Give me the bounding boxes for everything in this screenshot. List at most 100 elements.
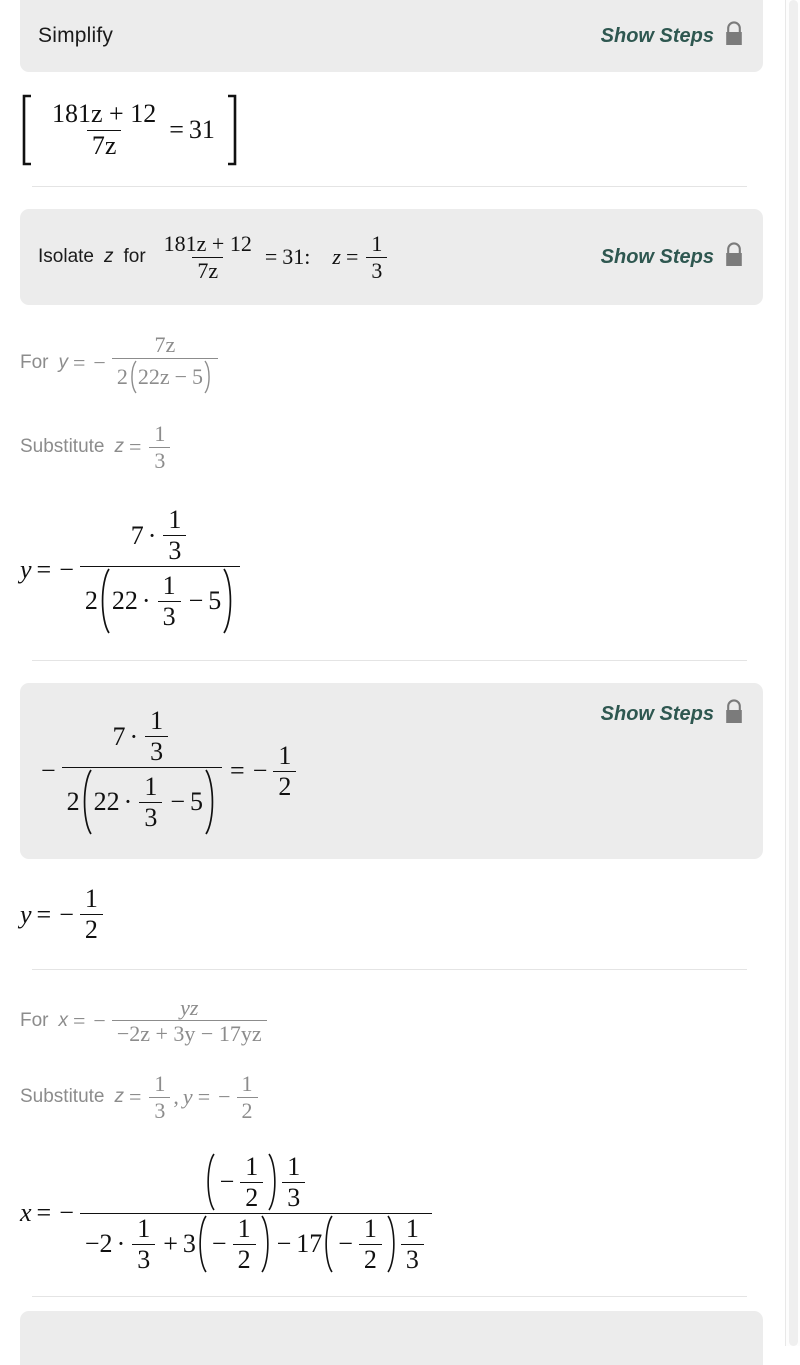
fraction: 7 · 1 3 2 22 · 1 3 − 5 xyxy=(61,706,223,835)
banner-content: − 7 · 1 3 2 22 · 1 3 − 5 = − 1 2 xyxy=(38,707,587,835)
fraction-denominator: 3 xyxy=(282,1181,306,1212)
left-bracket xyxy=(20,94,34,166)
inner-fraction: 1 2 xyxy=(358,1214,382,1274)
math-expression: x = − − 1 2 1 3 −2 · 1 3 + 3 − 1 2 − 17 … xyxy=(20,1151,435,1274)
equation-y-result: y = − 1 2 xyxy=(0,859,783,968)
left-hand-side: y xyxy=(20,899,32,929)
note-lead: For xyxy=(20,1009,49,1031)
fraction-denominator: −2z + 3y − 17yz xyxy=(111,1020,267,1046)
math-expression: 181z + 12 7z = 31 : z = 1 3 xyxy=(156,230,391,283)
denominator-coefficient: 2 xyxy=(84,586,98,616)
multiplication-dot: · xyxy=(123,787,133,817)
note-variable-z: z xyxy=(114,1086,125,1108)
solution-relation: = xyxy=(345,244,359,269)
inner-fraction: 1 2 xyxy=(232,1214,256,1274)
math-expression: 181z + 12 7z = 31 xyxy=(20,94,239,166)
fraction-numerator: 1 xyxy=(154,420,166,446)
fraction-numerator: 1 xyxy=(150,706,164,736)
note-substitute-z: Substitute z = 1 3 xyxy=(0,394,783,473)
note-lead: Substitute xyxy=(20,1086,105,1108)
note-variable: z xyxy=(114,436,125,457)
show-steps-button-isolate-z[interactable]: Show Steps xyxy=(601,241,745,273)
fraction-numerator: 1 xyxy=(278,740,292,770)
fraction: 1 3 xyxy=(149,420,171,473)
fraction-denominator: 2 22 · 1 3 − 5 xyxy=(61,767,223,835)
equation-simplify-result: 181z + 12 7z = 31 xyxy=(0,72,783,186)
negative-sign: − xyxy=(41,756,56,786)
step-banner-isolate-z: Isolate z for 181z + 12 7z = 31 : z = 1 … xyxy=(20,209,763,305)
relation-operator: = xyxy=(129,434,142,459)
vertical-scrollbar[interactable] xyxy=(785,0,800,1346)
fraction-denominator: 2 22 · 1 3 − 5 xyxy=(79,566,241,634)
math-expression: = 1 3 xyxy=(124,420,173,473)
fraction-numerator: 181z + 12 xyxy=(52,99,157,129)
fraction-numerator: − 1 2 1 3 xyxy=(199,1151,314,1213)
scrollbar-thumb[interactable] xyxy=(789,0,798,1346)
lock-icon xyxy=(723,20,745,52)
fraction-numerator: 7 · 1 3 xyxy=(126,506,195,566)
left-paren xyxy=(204,1153,217,1211)
right-paren xyxy=(385,1215,398,1273)
show-steps-button-evaluate-y[interactable]: Show Steps xyxy=(601,699,745,730)
right-paren xyxy=(259,1215,272,1273)
section-divider xyxy=(32,1295,747,1297)
math-expression: = 1 3 , y = − 1 2 xyxy=(124,1072,261,1123)
fraction: yz −2z + 3y − 17yz xyxy=(111,995,267,1047)
show-steps-button-simplify[interactable]: Show Steps xyxy=(601,20,745,52)
left-paren xyxy=(196,1215,209,1273)
fraction-numerator: 1 xyxy=(162,570,176,600)
isolate-lead: Isolate xyxy=(38,246,94,267)
fraction-numerator: 1 xyxy=(405,1213,419,1243)
multiplication-dot: · xyxy=(116,1229,126,1259)
note-lead: For xyxy=(20,352,49,374)
banner-content: Simplify xyxy=(38,24,587,48)
relation-operator: = xyxy=(36,1198,52,1228)
right-hand-side: 31 xyxy=(188,115,215,144)
left-hand-side: x xyxy=(20,1198,32,1228)
right-paren xyxy=(266,1153,279,1211)
inner-fraction: 1 3 xyxy=(400,1213,424,1274)
fraction-numerator: 1 xyxy=(371,230,383,256)
note-for-x: For x = − yz −2z + 3y − 17yz xyxy=(0,970,783,1047)
fraction-denominator: 3 xyxy=(139,801,163,832)
denominator-term-a: 22 xyxy=(111,586,138,616)
negative-sign: − xyxy=(59,899,74,929)
math-expression: y = − 1 2 xyxy=(20,885,106,944)
inner-fraction: 1 3 xyxy=(282,1152,306,1212)
isolate-variable: z xyxy=(103,246,114,267)
colon: : xyxy=(304,244,311,269)
denominator-coefficient: 2 xyxy=(116,363,128,389)
denominator-operator: − xyxy=(170,787,186,817)
fraction: 7 · 1 3 2 22 · 1 3 − 5 xyxy=(79,506,241,634)
solution-variable: z xyxy=(332,244,341,269)
denominator-coefficient: 2 xyxy=(66,787,80,817)
fraction-numerator: 1 xyxy=(154,1071,166,1097)
inner-fraction: 1 2 xyxy=(240,1151,264,1212)
fraction-numerator: 1 xyxy=(245,1151,259,1181)
math-expression: = − 7z 2 22z − 5 xyxy=(68,333,221,394)
left-paren xyxy=(98,568,112,634)
inner-negative-sign: − xyxy=(219,1167,235,1197)
fraction-denominator: 7z xyxy=(86,129,122,160)
show-steps-label: Show Steps xyxy=(600,703,714,726)
step-banner-evaluate-y: − 7 · 1 3 2 22 · 1 3 − 5 = − 1 2 Show St… xyxy=(20,683,763,860)
den-term2-coefficient: 3 xyxy=(182,1229,196,1259)
negative-sign: − xyxy=(218,1084,231,1110)
page-title: Simplify xyxy=(38,24,114,47)
section-divider xyxy=(32,660,747,662)
note-variable: y xyxy=(58,352,69,374)
fraction-denominator: 2 22z − 5 xyxy=(111,357,219,394)
denominator-term-b: 5 xyxy=(208,586,222,616)
denominator-term-b: 5 xyxy=(192,363,204,389)
equation-x-substituted: x = − − 1 2 1 3 −2 · 1 3 + 3 − 1 2 − 17 … xyxy=(0,1123,783,1296)
den-term1-coefficient: −2 xyxy=(84,1229,113,1259)
fraction-z: 1 3 xyxy=(149,1071,171,1123)
relation-operator-z: = xyxy=(129,1084,142,1110)
fraction: 1 2 xyxy=(79,885,103,944)
denominator-term-b: 5 xyxy=(190,787,204,817)
fraction-denominator: 3 xyxy=(163,535,187,565)
inner-negative-sign: − xyxy=(338,1229,353,1259)
math-expression: y = − 7 · 1 3 2 22 · 1 3 − 5 xyxy=(20,506,243,634)
equation-y-substituted: y = − 7 · 1 3 2 22 · 1 3 − 5 xyxy=(0,472,783,660)
right-bracket xyxy=(225,94,239,166)
